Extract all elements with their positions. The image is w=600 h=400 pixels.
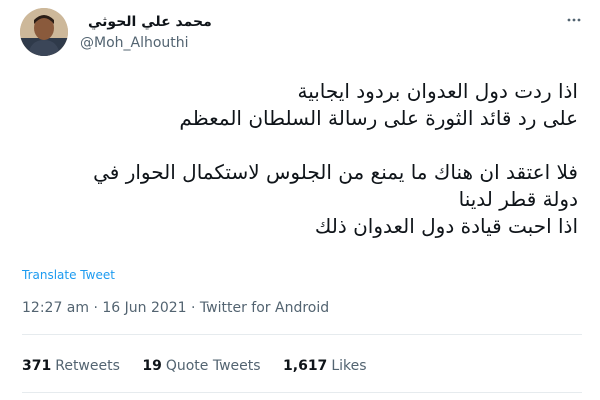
likes-stat[interactable]: 1,617 Likes xyxy=(283,358,367,374)
retweets-stat[interactable]: 371 Retweets xyxy=(22,358,120,374)
tweet-text-gap xyxy=(18,132,578,159)
tweet-text-line: فلا اعتقد ان هناك ما يمنع من الجلوس لاست… xyxy=(93,160,578,184)
tweet-text-line: اذا احبت قيادة دول العدوان ذلك xyxy=(314,214,578,238)
quote-tweets-label: Quote Tweets xyxy=(165,358,261,374)
retweets-label: Retweets xyxy=(55,358,120,374)
tweet-text: اذا ردت دول العدوان بردود ايجابية على رد… xyxy=(18,78,578,240)
likes-count: 1,617 xyxy=(283,358,328,374)
divider xyxy=(22,392,582,393)
translate-tweet-link[interactable]: Translate Tweet xyxy=(22,268,115,282)
tweet-stats: 371 Retweets 19 Quote Tweets 1,617 Likes xyxy=(22,358,385,374)
tweet-text-line: على رد قائد الثورة على رسالة السلطان الم… xyxy=(179,106,578,130)
tweet-text-line: اذا ردت دول العدوان بردود ايجابية xyxy=(297,79,578,103)
user-handle[interactable]: @Moh_Alhouthi xyxy=(80,35,189,51)
quote-tweets-stat[interactable]: 19 Quote Tweets xyxy=(142,358,260,374)
more-options-icon xyxy=(567,18,581,22)
likes-label: Likes xyxy=(331,358,367,374)
more-options-button[interactable] xyxy=(566,12,582,28)
retweets-count: 371 xyxy=(22,358,52,374)
display-name[interactable]: محمد علي الحوثي xyxy=(88,14,212,30)
quote-tweets-count: 19 xyxy=(142,358,162,374)
avatar[interactable] xyxy=(20,8,68,56)
tweet-card: محمد علي الحوثي @Moh_Alhouthi اذا ردت دو… xyxy=(0,0,600,400)
tweet-timestamp[interactable]: 12:27 am · 16 Jun 2021 · Twitter for And… xyxy=(22,300,329,316)
divider xyxy=(22,334,582,335)
tweet-text-line: دولة قطر لدينا xyxy=(458,187,578,211)
avatar-photo-icon xyxy=(20,8,68,56)
